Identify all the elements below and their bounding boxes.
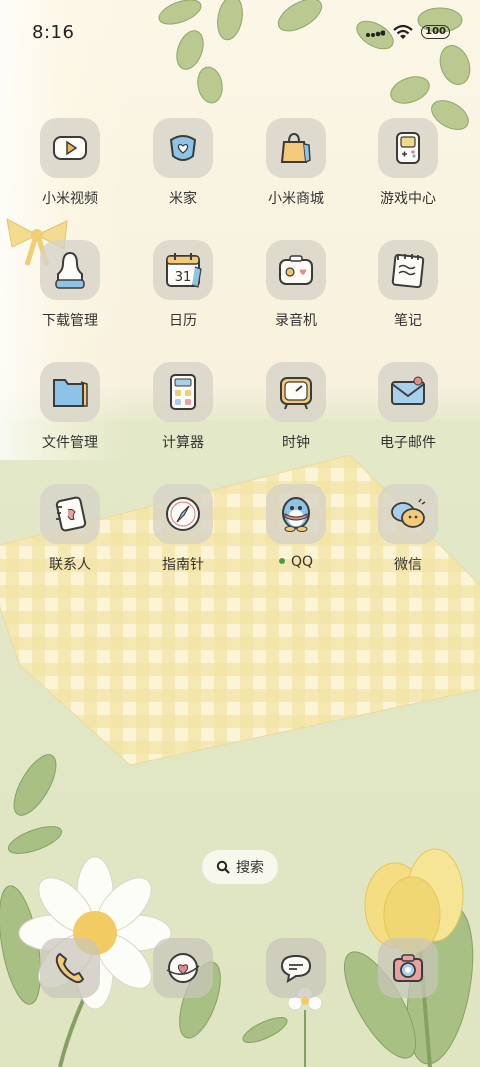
- app-label: 游戏中心: [380, 191, 436, 207]
- app-label: 微信: [394, 557, 422, 573]
- qq-penguin-icon: [282, 497, 310, 532]
- home-heart-icon: [169, 135, 197, 161]
- dock-browser[interactable]: [128, 938, 238, 998]
- app-label: 计算器: [162, 435, 204, 451]
- clock-icon: [280, 377, 312, 410]
- app-label: 日历: [169, 313, 197, 329]
- app-label: 小米商城: [268, 191, 324, 207]
- dock-camera[interactable]: [353, 938, 463, 998]
- app-label: 时钟: [282, 435, 310, 451]
- app-xiaomi-video[interactable]: 小米视频: [15, 118, 125, 208]
- play-video-icon: [53, 136, 87, 160]
- download-icon: [55, 251, 85, 289]
- mail-icon: [391, 376, 425, 405]
- search-button[interactable]: 搜索: [202, 850, 278, 884]
- browser-heart-icon: [166, 953, 200, 983]
- search-icon: [216, 860, 230, 874]
- status-bar: 8:16 100: [0, 0, 480, 66]
- app-email[interactable]: 电子邮件: [353, 362, 463, 452]
- home-screen: 8:16 100 小米视频 米家 小米商城 游戏中心 下载管理 31 日历 录音…: [0, 0, 480, 1067]
- shopping-bag-icon: [280, 132, 311, 163]
- app-calculator[interactable]: 计算器: [128, 362, 238, 452]
- dock-phone[interactable]: [15, 938, 125, 998]
- calculator-icon: [170, 374, 196, 410]
- app-recorder[interactable]: 录音机: [241, 240, 351, 330]
- app-game-center[interactable]: 游戏中心: [353, 118, 463, 208]
- wechat-icon: [391, 498, 426, 528]
- dock-messages[interactable]: [241, 938, 351, 998]
- app-notes[interactable]: 笔记: [353, 240, 463, 330]
- app-label: 米家: [169, 191, 197, 207]
- app-label: 笔记: [394, 313, 422, 329]
- compass-icon: [166, 497, 200, 531]
- app-label: 下载管理: [42, 313, 98, 329]
- gamepad-icon: [396, 132, 420, 164]
- app-mijia[interactable]: 米家: [128, 118, 238, 208]
- battery-level: 100: [421, 25, 450, 39]
- app-contacts[interactable]: 联系人: [15, 484, 125, 574]
- flowers-decoration: [0, 754, 474, 1067]
- app-label: QQ: [241, 554, 351, 570]
- app-label: 联系人: [49, 557, 91, 573]
- search-label: 搜索: [236, 860, 264, 876]
- app-label: 文件管理: [42, 435, 98, 451]
- recorder-icon: [279, 255, 313, 285]
- contacts-icon: [55, 496, 87, 532]
- wifi-icon: [393, 24, 413, 39]
- status-time: 8:16: [32, 22, 75, 43]
- signal-icon: [366, 30, 386, 37]
- notes-icon: [391, 253, 425, 289]
- app-wechat[interactable]: 微信: [353, 484, 463, 574]
- app-mi-store[interactable]: 小米商城: [241, 118, 351, 208]
- app-label: 小米视频: [42, 191, 98, 207]
- app-calendar[interactable]: 31 日历: [128, 240, 238, 330]
- camera-icon: [393, 954, 423, 982]
- app-compass[interactable]: 指南针: [128, 484, 238, 574]
- app-files[interactable]: 文件管理: [15, 362, 125, 452]
- folder-icon: [53, 379, 88, 407]
- app-label: 电子邮件: [380, 435, 436, 451]
- message-icon: [280, 954, 312, 984]
- app-label: 指南针: [162, 557, 204, 573]
- app-label: 录音机: [275, 313, 317, 329]
- calendar-day-text: 31: [175, 270, 192, 285]
- app-downloads[interactable]: 下载管理: [15, 240, 125, 330]
- app-qq[interactable]: QQ: [241, 484, 351, 570]
- phone-icon: [55, 952, 85, 984]
- new-content-dot: [278, 558, 285, 564]
- calendar-icon: 31: [166, 253, 202, 288]
- app-clock[interactable]: 时钟: [241, 362, 351, 452]
